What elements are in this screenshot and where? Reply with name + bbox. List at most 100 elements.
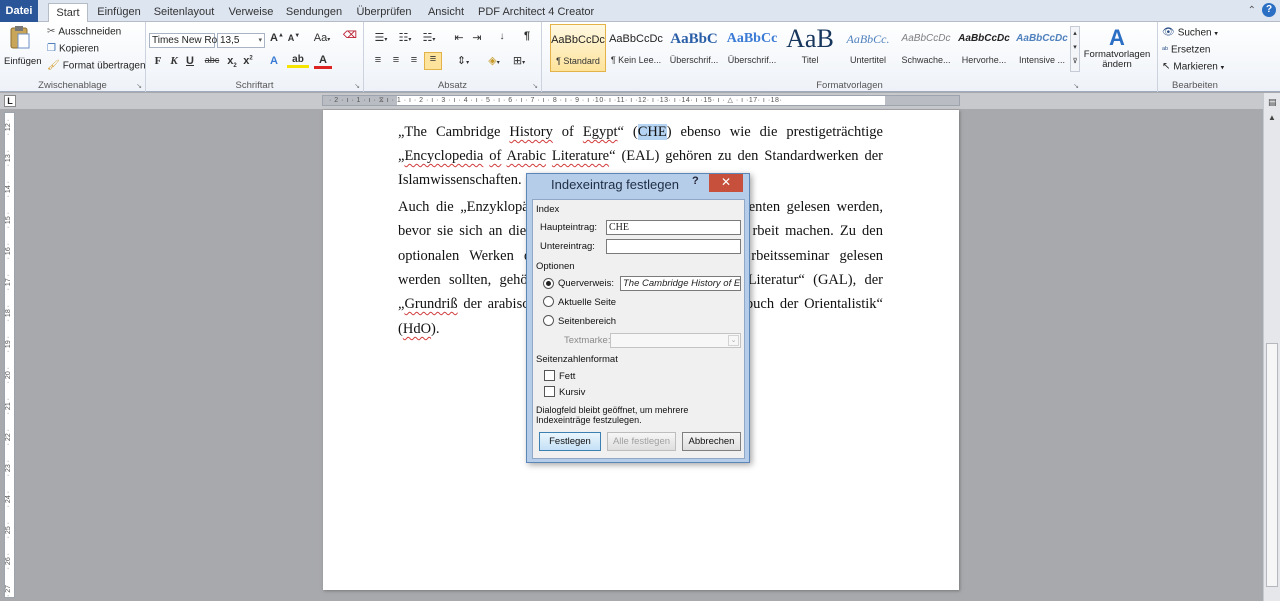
align-right-button[interactable]: ≡ <box>406 54 422 66</box>
cross-reference-radio[interactable] <box>543 278 554 289</box>
change-styles-button[interactable]: A Formatvorlagen ändern <box>1082 26 1152 70</box>
editing-group-label: Bearbeiten <box>1172 80 1218 91</box>
font-color-button[interactable]: A <box>314 54 332 69</box>
sub-entry-label: Untereintrag: <box>540 241 595 252</box>
cursor-icon: ↖ <box>1162 61 1171 72</box>
clipboard-group: Einfügen ✂ Ausschneiden ❐ Kopieren 🖌 Format… <box>0 22 146 92</box>
dialog-launcher-icon[interactable]: ↘ <box>136 82 142 90</box>
style-item[interactable]: AaBbCcDc Intensive ... <box>1014 24 1070 72</box>
format-painter-button[interactable]: 🖌 Format übertragen <box>47 59 146 74</box>
select-button[interactable]: ↖ Markieren ▾ <box>1162 60 1224 76</box>
chevron-down-icon: ⌄ <box>728 335 739 346</box>
styles-scroll-buttons[interactable]: ▴ ▾ ⊽ <box>1070 26 1080 72</box>
multilevel-list-button[interactable]: ☵▾ <box>418 31 440 44</box>
style-preview: AaBbC <box>670 31 718 47</box>
style-item[interactable]: AaBbC Überschrif... <box>666 24 722 72</box>
bold-button[interactable]: F <box>152 55 164 67</box>
index-entry-dialog: Indexeintrag festlegen ? ✕ Index Hauptei… <box>526 173 750 463</box>
bold-checkbox[interactable] <box>544 370 555 381</box>
style-item[interactable]: AaBbCcDc Hervorhe... <box>956 24 1012 72</box>
ruler-ticks: · 2 · ı · 1 · ı · ⧖ ı · 1 · ı · 2 · ı · … <box>329 97 783 104</box>
font-name-select[interactable]: Times New Ro ▾ <box>149 33 223 48</box>
font-dialog-launcher-icon[interactable]: ↘ <box>354 82 360 90</box>
change-case-button[interactable]: Aa▾ <box>312 32 332 44</box>
scroll-up-icon[interactable]: ▲ <box>1268 113 1276 122</box>
align-left-button[interactable]: ≡ <box>370 54 386 66</box>
highlight-color-button[interactable]: ab <box>287 54 309 68</box>
text-effects-button[interactable]: A <box>265 55 283 67</box>
cut-button[interactable]: ✂ Ausschneiden <box>47 25 121 40</box>
mark-all-button[interactable]: Alle festlegen <box>607 432 676 451</box>
decrease-indent-button[interactable]: ⇤ <box>450 31 468 44</box>
paste-label: Einfügen <box>4 56 42 67</box>
subscript-button[interactable]: x2 <box>226 55 238 69</box>
italic-button[interactable]: K <box>168 55 180 67</box>
bold-label: Fett <box>559 371 576 382</box>
superscript-button[interactable]: x2 <box>242 55 254 67</box>
grow-font-button[interactable]: A▲ <box>269 32 285 44</box>
help-icon[interactable]: ? <box>1262 3 1276 17</box>
font-size-select[interactable]: 13,5 ▾ <box>217 33 265 48</box>
ruler-number: · 21 · <box>5 398 12 415</box>
mark-button[interactable]: Festlegen <box>539 432 601 451</box>
copy-button[interactable]: ❐ Kopieren <box>47 42 99 57</box>
line-spacing-button[interactable]: ⇕▾ <box>452 54 474 67</box>
ruler-number: · 22 · <box>5 429 12 446</box>
tab-review[interactable]: Überprüfen <box>352 3 416 22</box>
minimize-ribbon-icon[interactable]: ⌃ <box>1248 5 1256 16</box>
tab-file[interactable]: Datei <box>0 0 38 22</box>
styles-dialog-launcher-icon[interactable]: ↘ <box>1073 82 1079 90</box>
style-item[interactable]: AaBbCc Überschrif... <box>724 24 780 72</box>
page-view-icon[interactable]: ▤ <box>1268 97 1277 108</box>
paste-button[interactable]: Einfügen <box>4 25 42 67</box>
tab-insert[interactable]: Einfügen <box>96 3 142 22</box>
current-page-radio[interactable] <box>543 296 554 307</box>
tab-selector-button[interactable]: L <box>4 95 16 107</box>
style-item[interactable]: AaB Titel <box>782 24 838 72</box>
justify-button[interactable]: ≡ <box>424 52 442 70</box>
sort-button[interactable]: ↓ <box>494 31 510 42</box>
increase-indent-button[interactable]: ⇥ <box>468 31 486 44</box>
borders-button[interactable]: ⊞▾ <box>508 54 530 67</box>
ruler-number: · 12 · <box>5 119 12 136</box>
style-item[interactable]: AaBbCc. Untertitel <box>840 24 896 72</box>
bullets-button[interactable]: ☰▾ <box>370 31 392 44</box>
ruler-number: · 25 · <box>5 522 12 539</box>
tab-view[interactable]: Ansicht <box>424 3 468 22</box>
tab-page-layout[interactable]: Seitenlayout <box>152 3 216 22</box>
tab-mailings[interactable]: Sendungen <box>284 3 344 22</box>
vertical-ruler[interactable]: · 12 · · 13 · · 14 · · 15 · · 16 · · 17 · · 18… <box>4 112 15 598</box>
strikethrough-button[interactable]: abc <box>202 55 222 65</box>
bookmark-select[interactable]: ⌄ <box>610 333 741 348</box>
tab-pdf-architect[interactable]: PDF Architect 4 Creator <box>478 3 594 22</box>
paragraph-dialog-launcher-icon[interactable]: ↘ <box>532 82 538 90</box>
sub-entry-input[interactable] <box>606 239 741 254</box>
scrollbar-thumb[interactable] <box>1266 343 1278 587</box>
replace-button[interactable]: ᵃᵇ Ersetzen <box>1162 43 1210 58</box>
find-button[interactable]: 👁 Suchen ▾ <box>1162 26 1218 42</box>
style-item[interactable]: AaBbCcDc ¶ Standard <box>550 24 606 72</box>
horizontal-ruler[interactable]: · 2 · ı · 1 · ı · ⧖ ı · 1 · ı · 2 · ı · … <box>322 95 960 106</box>
tab-start[interactable]: Start <box>48 3 88 23</box>
word-window: Datei Start Einfügen Seitenlayout Verwei… <box>0 0 1280 601</box>
tab-references[interactable]: Verweise <box>226 3 276 22</box>
vertical-scrollbar[interactable]: ▤ ▲ <box>1263 93 1280 601</box>
page-range-radio[interactable] <box>543 315 554 326</box>
align-center-button[interactable]: ≡ <box>388 54 404 66</box>
cancel-button[interactable]: Abbrechen <box>682 432 741 451</box>
clear-formatting-icon[interactable]: ⌫ <box>342 30 358 41</box>
numbering-button[interactable]: ☷▾ <box>394 31 416 44</box>
style-item[interactable]: AaBbCcDc ¶ Kein Lee... <box>608 24 664 72</box>
shrink-font-button[interactable]: A▼ <box>287 33 301 43</box>
shading-button[interactable]: ◈▾ <box>482 54 506 67</box>
cross-reference-input[interactable]: The Cambridge History of Eg <box>620 276 741 291</box>
show-formatting-button[interactable]: ¶ <box>520 30 534 42</box>
scissors-icon: ✂ <box>47 26 56 37</box>
underline-button[interactable]: U <box>184 55 196 67</box>
dialog-help-button[interactable]: ? <box>692 175 699 187</box>
dialog-close-button[interactable]: ✕ <box>709 174 743 192</box>
options-section: Optionen <box>536 261 740 272</box>
main-entry-input[interactable]: CHE <box>606 220 741 235</box>
style-item[interactable]: AaBbCcDc Schwache... <box>898 24 954 72</box>
italic-checkbox[interactable] <box>544 386 555 397</box>
